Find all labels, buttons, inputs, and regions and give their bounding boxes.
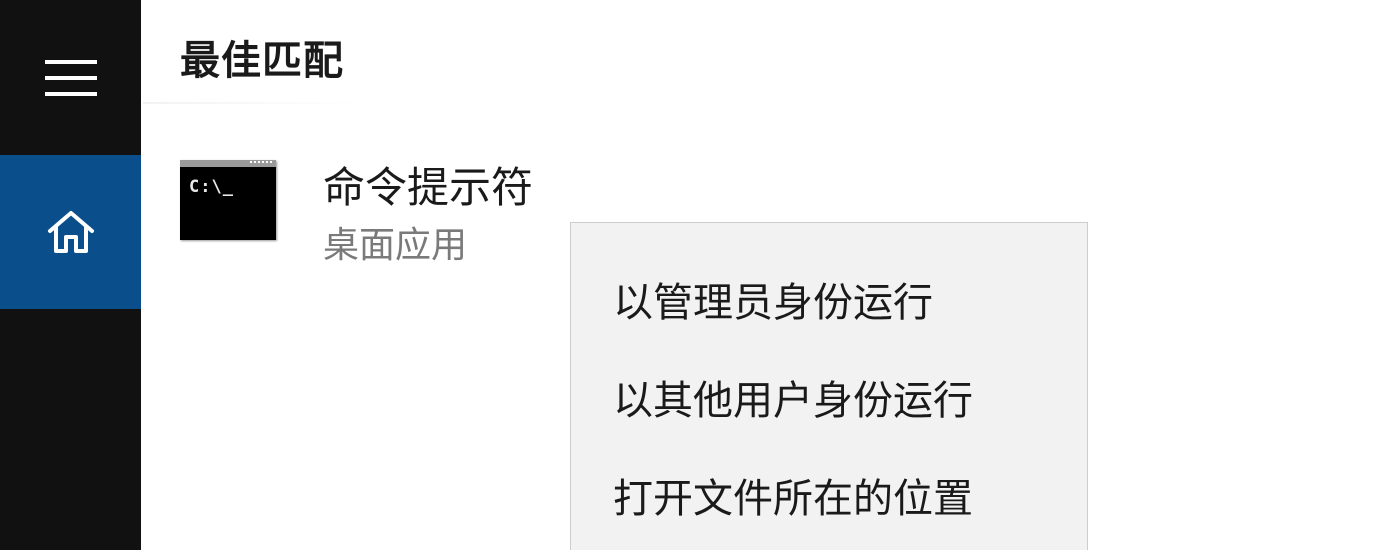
window-controls-dots — [250, 161, 272, 167]
home-icon — [47, 211, 94, 253]
section-divider — [143, 102, 358, 104]
start-search-panel: 最佳匹配 C:\_ 命令提示符 桌面应用 以管理员身份运行 以其他用户身份运行 … — [0, 0, 1400, 550]
home-button[interactable] — [0, 155, 141, 309]
app-type: 桌面应用 — [323, 225, 468, 266]
menu-item-open-file-location[interactable]: 打开文件所在的位置 — [571, 449, 1087, 541]
hamburger-menu-icon — [44, 59, 97, 96]
hamburger-menu-button[interactable] — [0, 0, 141, 155]
command-prompt-icon: C:\_ — [180, 160, 276, 240]
cmd-icon-prompt-text: C:\_ — [189, 177, 234, 197]
left-rail — [0, 0, 141, 550]
menu-item-run-as-other-user[interactable]: 以其他用户身份运行 — [571, 351, 1087, 443]
best-match-result[interactable]: C:\_ 命令提示符 桌面应用 — [143, 130, 623, 280]
context-menu: 以管理员身份运行 以其他用户身份运行 打开文件所在的位置 — [570, 222, 1088, 550]
app-name: 命令提示符 — [323, 163, 534, 212]
menu-item-run-as-admin[interactable]: 以管理员身份运行 — [571, 253, 1087, 345]
section-title: 最佳匹配 — [180, 38, 344, 84]
